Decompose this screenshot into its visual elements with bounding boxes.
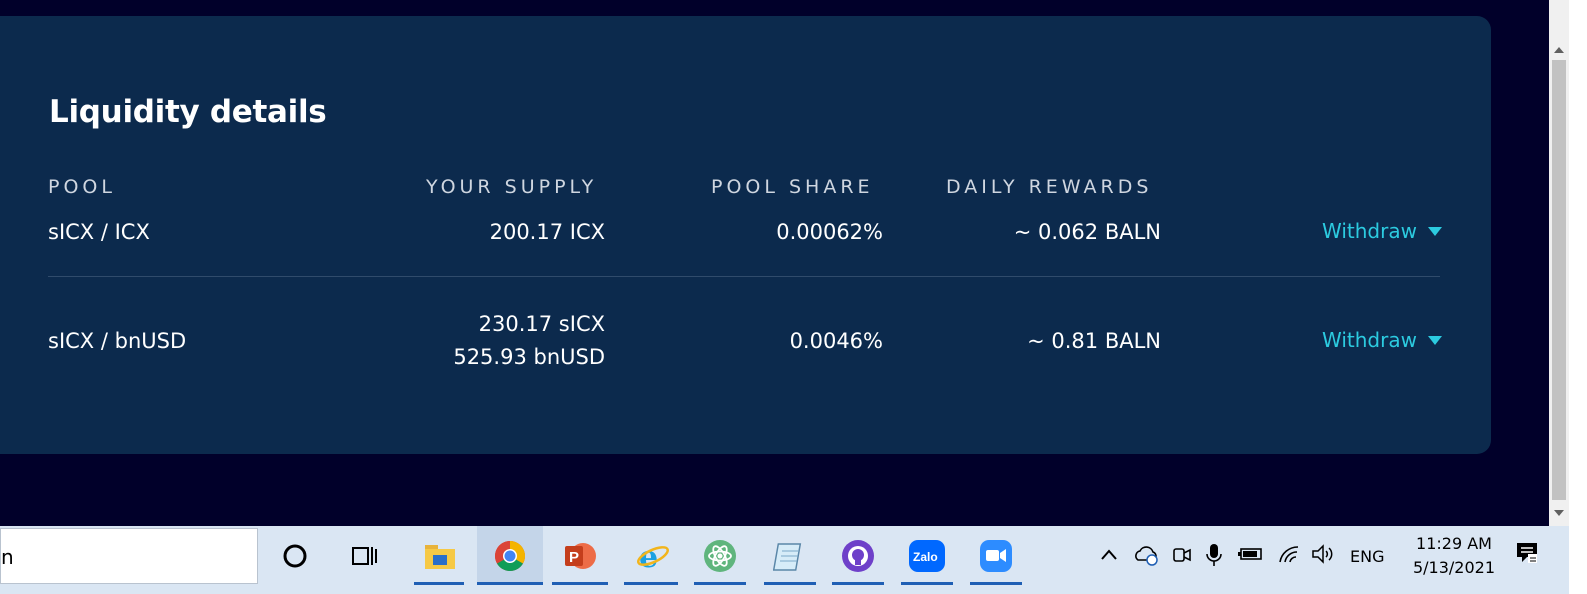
chevron-down-icon	[1427, 335, 1442, 345]
cortana-icon[interactable]	[275, 536, 315, 576]
scroll-down-arrow-icon[interactable]	[1554, 510, 1564, 516]
taskbar-clock[interactable]: 11:29 AM 5/13/2021	[1398, 532, 1510, 580]
row-2-daily-rewards: ~ 0.81 BALN	[1027, 329, 1161, 353]
github-desktop-icon[interactable]	[838, 536, 878, 576]
card-title: Liquidity details	[49, 94, 327, 130]
zoom-icon[interactable]	[976, 536, 1016, 576]
header-pool: POOL	[48, 176, 116, 198]
row-2-pool: sICX / bnUSD	[48, 329, 187, 353]
chevron-down-icon	[1427, 226, 1442, 236]
row-2-pool-share: 0.0046%	[789, 329, 883, 353]
atom-indicator	[694, 582, 746, 585]
vertical-scrollbar[interactable]	[1549, 0, 1569, 526]
volume-icon[interactable]	[1310, 543, 1336, 569]
onedrive-sync-icon[interactable]	[1132, 544, 1160, 570]
header-pool-share: POOL SHARE	[711, 176, 874, 198]
zoom-indicator	[970, 582, 1022, 585]
liquidity-details-card: Liquidity details POOL YOUR SUPPLY POOL …	[0, 16, 1491, 454]
row-1-daily-rewards: ~ 0.062 BALN	[1013, 220, 1161, 244]
microphone-icon[interactable]	[1205, 542, 1223, 572]
row-1-withdraw-button[interactable]: Withdraw	[1322, 219, 1442, 243]
wifi-icon[interactable]	[1277, 543, 1301, 569]
input-language-indicator[interactable]: ENG	[1350, 547, 1384, 566]
header-your-supply: YOUR SUPPLY	[426, 176, 598, 198]
action-center-notification-icon[interactable]	[1514, 540, 1540, 570]
taskbar-search-input[interactable]: n	[0, 528, 258, 584]
file-explorer-icon[interactable]	[420, 536, 460, 576]
row-1-pool: sICX / ICX	[48, 220, 150, 244]
clock-time: 11:29 AM	[1416, 534, 1492, 553]
row-divider	[48, 276, 1440, 277]
camera-icon[interactable]	[1171, 544, 1193, 570]
internet-explorer-indicator	[624, 582, 678, 585]
row-2-supply-line-2: 525.93 bnUSD	[453, 345, 605, 369]
taskbar: n P e Zalo ENG 11:29 AM 5/13/2021	[0, 526, 1569, 594]
withdraw-label: Withdraw	[1322, 328, 1417, 352]
svg-text:P: P	[569, 549, 579, 566]
powerpoint-icon[interactable]: P	[560, 536, 600, 576]
zalo-label: Zalo	[913, 550, 938, 564]
zalo-indicator	[901, 582, 953, 585]
zalo-icon[interactable]: Zalo	[907, 536, 947, 576]
notepad-indicator	[764, 582, 816, 585]
scroll-thumb[interactable]	[1552, 60, 1566, 500]
clock-date: 5/13/2021	[1412, 558, 1496, 577]
header-daily-rewards: DAILY REWARDS	[946, 176, 1153, 198]
battery-icon[interactable]	[1237, 545, 1265, 567]
chrome-indicator	[477, 582, 543, 585]
row-1-pool-share: 0.00062%	[776, 220, 883, 244]
withdraw-label: Withdraw	[1322, 219, 1417, 243]
scroll-up-arrow-icon[interactable]	[1554, 47, 1564, 53]
task-view-icon[interactable]	[344, 536, 384, 576]
internet-explorer-icon[interactable]: e	[632, 536, 672, 576]
github-desktop-indicator	[832, 582, 884, 585]
atom-icon[interactable]	[700, 536, 740, 576]
notepad-icon[interactable]	[770, 536, 810, 576]
chrome-icon[interactable]	[490, 536, 530, 576]
powerpoint-indicator	[552, 582, 608, 585]
window-edge	[1569, 0, 1587, 594]
row-2-withdraw-button[interactable]: Withdraw	[1322, 328, 1442, 352]
show-hidden-icons-chevron-icon[interactable]	[1100, 546, 1118, 565]
file-explorer-indicator	[414, 582, 464, 585]
row-1-supply: 200.17 ICX	[489, 220, 605, 244]
row-2-supply-line-1: 230.17 sICX	[478, 312, 605, 336]
